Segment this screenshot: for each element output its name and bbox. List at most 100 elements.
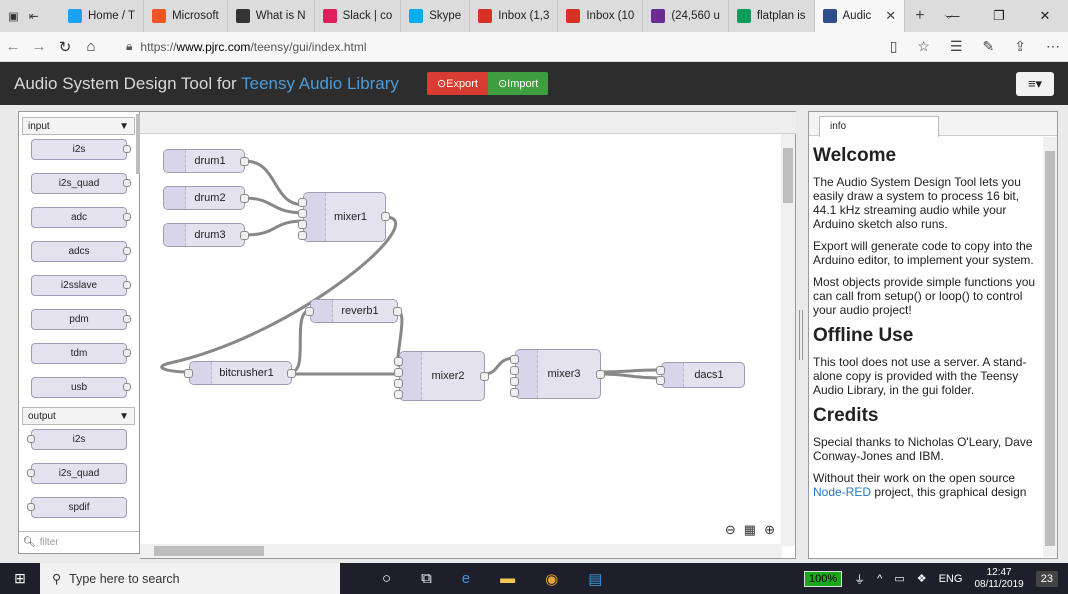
- node-dacs1[interactable]: dacs1: [656, 362, 745, 388]
- input-port[interactable]: [298, 198, 307, 207]
- palette-filter[interactable]: 🔍︎ filter: [19, 531, 139, 553]
- input-port[interactable]: [510, 355, 519, 364]
- input-port[interactable]: [394, 379, 403, 388]
- browser-tab[interactable]: Inbox (10: [558, 0, 644, 32]
- task-view-icon[interactable]: ⧉: [421, 570, 432, 588]
- document-app-icon[interactable]: ▤: [588, 570, 602, 588]
- palette-node-spdif[interactable]: spdif: [27, 497, 127, 518]
- cortana-icon[interactable]: ○: [382, 570, 391, 588]
- output-port[interactable]: [240, 194, 249, 203]
- export-button[interactable]: ⊙Export: [426, 72, 488, 95]
- palette-node-pdm[interactable]: pdm: [31, 309, 131, 330]
- palette-node-i2sslave[interactable]: i2sslave: [31, 275, 131, 296]
- input-port[interactable]: [305, 307, 314, 316]
- pen-icon[interactable]: ✎: [983, 38, 995, 55]
- home-button[interactable]: ⌂: [78, 38, 104, 55]
- palette-node-i2s-quad[interactable]: i2s_quad: [27, 463, 127, 484]
- node-drum2[interactable]: drum2: [163, 186, 249, 210]
- browser-tab[interactable]: Skype: [401, 0, 471, 32]
- input-port[interactable]: [394, 357, 403, 366]
- more-menu-icon[interactable]: ⋯: [1046, 38, 1060, 55]
- taskbar-search[interactable]: ⚲ Type here to search: [40, 563, 340, 594]
- edge-browser-icon[interactable]: e: [462, 570, 470, 588]
- battery-indicator[interactable]: 100%: [804, 570, 843, 587]
- notifications-badge[interactable]: 23: [1035, 570, 1058, 587]
- restore-button[interactable]: ❐: [976, 0, 1022, 32]
- node-mixer2[interactable]: mixer2: [394, 351, 489, 401]
- output-port[interactable]: [240, 231, 249, 240]
- browser-tab[interactable]: What is N: [228, 0, 315, 32]
- node-bitcrusher1[interactable]: bitcrusher1: [184, 361, 296, 385]
- browser-tab[interactable]: Slack | co: [315, 0, 402, 32]
- show-hidden-icons-icon[interactable]: ^: [877, 573, 882, 585]
- favorites-hub-icon[interactable]: ☰: [950, 38, 963, 55]
- palette-node-usb[interactable]: usb: [31, 377, 131, 398]
- scroll-thumb[interactable]: [1045, 151, 1055, 546]
- clock[interactable]: 12:47 08/11/2019: [974, 567, 1023, 591]
- input-port[interactable]: [298, 220, 307, 229]
- scroll-thumb[interactable]: [154, 546, 264, 556]
- windows-start-icon[interactable]: ⊞: [0, 570, 40, 587]
- input-port[interactable]: [184, 369, 193, 378]
- input-port[interactable]: [656, 376, 665, 385]
- share-icon[interactable]: ⇪: [1014, 38, 1026, 55]
- reading-view-icon[interactable]: ▯: [890, 38, 898, 55]
- output-port[interactable]: [287, 369, 296, 378]
- input-port[interactable]: [510, 366, 519, 375]
- file-explorer-icon[interactable]: ▬: [500, 570, 515, 588]
- palette-node-tdm[interactable]: tdm: [31, 343, 131, 364]
- info-scrollbar[interactable]: [1043, 137, 1057, 557]
- browser-tab[interactable]: (24,560 u: [643, 0, 729, 32]
- workspace-canvas[interactable]: drum1 drum2 drum3 mixer1 reverb1 bitcrus…: [140, 111, 796, 559]
- workspace-vertical-scrollbar[interactable]: [781, 134, 795, 546]
- zoom-in-icon[interactable]: ⊕: [764, 522, 775, 538]
- close-tab-icon[interactable]: ✕: [885, 8, 896, 24]
- output-port[interactable]: [596, 370, 605, 379]
- browser-tab[interactable]: flatplan is: [729, 0, 815, 32]
- zoom-out-icon[interactable]: ⊖: [725, 522, 736, 538]
- node-drum1[interactable]: drum1: [163, 149, 249, 173]
- zoom-reset-icon[interactable]: ▦: [744, 522, 756, 538]
- output-port[interactable]: [381, 212, 390, 221]
- palette-node-i2s[interactable]: i2s: [27, 429, 127, 450]
- node-reverb1[interactable]: reverb1: [305, 299, 402, 323]
- input-port[interactable]: [394, 390, 403, 399]
- palette-node-adcs[interactable]: adcs: [31, 241, 131, 262]
- input-port[interactable]: [298, 209, 307, 218]
- output-port[interactable]: [393, 307, 402, 316]
- palette-node-i2s[interactable]: i2s: [31, 139, 131, 160]
- input-port[interactable]: [656, 366, 665, 375]
- browser-tab[interactable]: Microsoft: [144, 0, 228, 32]
- language-indicator[interactable]: ENG: [939, 573, 963, 585]
- forward-button[interactable]: →: [26, 38, 52, 55]
- minimize-button[interactable]: —: [930, 0, 976, 32]
- input-port[interactable]: [298, 231, 307, 240]
- input-port[interactable]: [510, 377, 519, 386]
- output-port[interactable]: [240, 157, 249, 166]
- import-button[interactable]: ⊙Import: [487, 72, 549, 95]
- url-field[interactable]: 🔒︎ https://www.pjrc.com/teensy/gui/index…: [126, 39, 846, 54]
- palette-node-i2s-quad[interactable]: i2s_quad: [31, 173, 131, 194]
- close-window-button[interactable]: ✕: [1022, 0, 1068, 32]
- tab-preview-icon[interactable]: ▣: [8, 9, 19, 23]
- set-aside-tabs-icon[interactable]: ⇤: [29, 9, 39, 23]
- browser-tab[interactable]: Home / T: [60, 0, 145, 32]
- palette-node-adc[interactable]: adc: [31, 207, 131, 228]
- node-mixer3[interactable]: mixer3: [510, 349, 605, 399]
- browser-tab[interactable]: Audic ✕: [814, 0, 906, 32]
- back-button[interactable]: ←: [0, 38, 26, 55]
- scroll-thumb[interactable]: [783, 148, 793, 203]
- palette-category-input[interactable]: input ▼: [22, 117, 135, 135]
- network-icon[interactable]: ▭: [894, 572, 904, 585]
- filter-input[interactable]: filter: [40, 537, 59, 548]
- refresh-button[interactable]: ↻: [52, 38, 78, 56]
- panel-splitter[interactable]: [797, 310, 805, 360]
- dropbox-icon[interactable]: ❖: [917, 572, 927, 585]
- node-mixer1[interactable]: mixer1: [298, 192, 390, 242]
- palette-category-output[interactable]: output ▼: [22, 407, 135, 425]
- power-icon[interactable]: ⏚: [854, 571, 865, 587]
- workspace-horizontal-scrollbar[interactable]: [140, 544, 782, 558]
- tab-info[interactable]: info: [819, 116, 939, 137]
- favorite-star-icon[interactable]: ☆: [917, 38, 930, 55]
- node-drum3[interactable]: drum3: [163, 223, 249, 247]
